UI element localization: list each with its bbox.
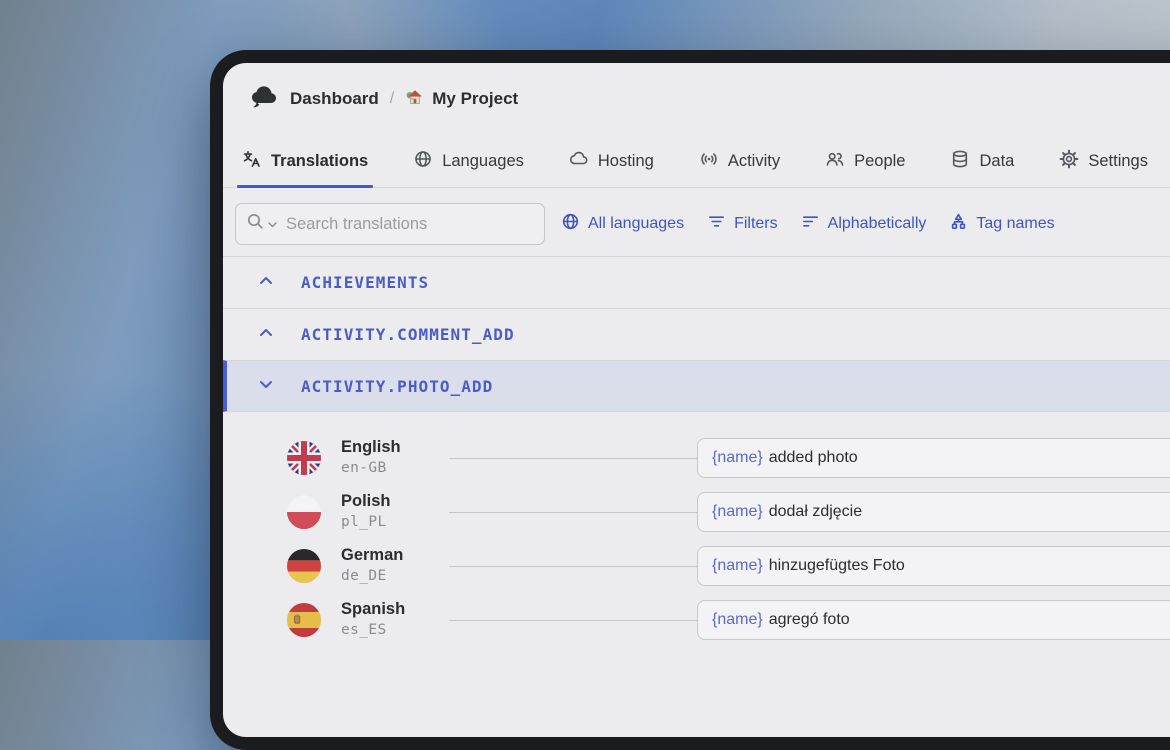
flag-spain-icon	[287, 603, 321, 637]
tab-bar: Translations Languages Hosting	[223, 139, 1170, 188]
translation-input-spanish[interactable]: {name} agregó foto	[697, 600, 1170, 640]
breadcrumb: Dashboard / My Project	[223, 63, 1170, 114]
filters-label: Filters	[734, 215, 778, 233]
gear-icon	[1059, 149, 1079, 174]
translate-icon	[242, 149, 262, 174]
tab-activity[interactable]: Activity	[697, 139, 782, 187]
globe-icon	[561, 212, 580, 236]
tab-label: Languages	[442, 152, 524, 171]
tab-label: Activity	[728, 152, 780, 171]
breadcrumb-project-label: My Project	[432, 89, 518, 109]
placeholder-token: {name}	[712, 611, 763, 629]
chevron-down-icon[interactable]	[268, 215, 277, 233]
tab-translations[interactable]: Translations	[240, 139, 370, 187]
row-connector-line	[449, 458, 697, 459]
search-icon[interactable]	[246, 212, 265, 236]
translation-input-polish[interactable]: {name} dodał zdjęcie	[697, 492, 1170, 532]
hierarchy-icon	[949, 212, 968, 236]
cloud-icon	[569, 149, 589, 174]
breadcrumb-dashboard[interactable]: Dashboard	[290, 89, 379, 109]
tab-label: Hosting	[598, 152, 654, 171]
broadcast-icon	[699, 149, 719, 174]
flag-united-kingdom-icon	[287, 441, 321, 475]
translation-text: dodał zdjęcie	[769, 503, 862, 521]
toolbar-links: All languages Filters Alphabetically	[561, 212, 1055, 236]
all-languages-label: All languages	[588, 215, 684, 233]
language-name: Polish	[341, 492, 437, 512]
tab-label: Settings	[1088, 152, 1148, 171]
translations-toolbar: All languages Filters Alphabetically	[235, 203, 1170, 245]
house-icon	[405, 87, 425, 112]
database-icon	[950, 149, 970, 174]
sort-alphabetically-label: Alphabetically	[828, 215, 927, 233]
search-input[interactable]	[280, 214, 534, 235]
key-row-activity-photo-add[interactable]: ACTIVITY.PHOTO_ADD	[223, 360, 1170, 412]
translation-row-english: English en-GB {name} added photo	[287, 441, 1170, 475]
translation-row-german: German de_DE {name} hinzugefügtes Foto	[287, 549, 1170, 583]
key-name: ACTIVITY.COMMENT_ADD	[301, 325, 515, 344]
flag-poland-icon	[287, 495, 321, 529]
tab-settings[interactable]: Settings	[1057, 139, 1150, 187]
search-box	[235, 203, 545, 245]
row-connector-line	[449, 566, 697, 567]
translation-text: added photo	[769, 449, 858, 467]
language-name: German	[341, 546, 437, 566]
language-name: English	[341, 438, 437, 458]
tab-languages[interactable]: Languages	[411, 139, 526, 187]
key-name: ACHIEVEMENTS	[301, 273, 429, 292]
tab-people[interactable]: People	[823, 139, 907, 187]
language-label: Polish pl_PL	[341, 492, 437, 531]
globe-icon	[413, 149, 433, 174]
translation-text: agregó foto	[769, 611, 850, 629]
app-window-content: Dashboard / My Project	[223, 63, 1170, 737]
language-code: pl_PL	[341, 514, 437, 531]
tag-names-button[interactable]: Tag names	[949, 212, 1054, 236]
key-name: ACTIVITY.PHOTO_ADD	[301, 377, 493, 396]
tab-label: People	[854, 152, 905, 171]
tab-hosting[interactable]: Hosting	[567, 139, 656, 187]
language-label: Spanish es_ES	[341, 600, 437, 639]
translation-input-german[interactable]: {name} hinzugefügtes Foto	[697, 546, 1170, 586]
chevron-up-icon[interactable]	[257, 272, 275, 294]
chevron-up-icon[interactable]	[257, 324, 275, 346]
language-name: Spanish	[341, 600, 437, 620]
sort-lines-icon	[801, 212, 820, 236]
translation-row-polish: Polish pl_PL {name} dodał zdjęcie	[287, 495, 1170, 529]
breadcrumb-separator: /	[390, 90, 394, 108]
flag-germany-icon	[287, 549, 321, 583]
placeholder-token: {name}	[712, 503, 763, 521]
tab-label: Data	[979, 152, 1014, 171]
key-row-achievements[interactable]: ACHIEVEMENTS	[223, 256, 1170, 308]
all-languages-button[interactable]: All languages	[561, 212, 684, 236]
placeholder-token: {name}	[712, 557, 763, 575]
language-code: en-GB	[341, 460, 437, 477]
filters-button[interactable]: Filters	[707, 212, 778, 236]
row-connector-line	[449, 620, 697, 621]
translation-keys-list: ACHIEVEMENTS ACTIVITY.COMMENT_ADD ACTIVI…	[223, 256, 1170, 637]
language-code: de_DE	[341, 568, 437, 585]
translation-input-english[interactable]: {name} added photo	[697, 438, 1170, 478]
placeholder-token: {name}	[712, 449, 763, 467]
people-icon	[825, 149, 845, 174]
chevron-down-icon[interactable]	[257, 375, 275, 397]
translation-text: hinzugefügtes Foto	[769, 557, 905, 575]
row-connector-line	[449, 512, 697, 513]
app-window: Dashboard / My Project	[210, 50, 1170, 750]
tab-data[interactable]: Data	[948, 139, 1016, 187]
key-translations-panel: English en-GB {name} added photo	[223, 412, 1170, 637]
language-code: es_ES	[341, 622, 437, 639]
tab-label: Translations	[271, 152, 368, 171]
sort-alphabetically-button[interactable]: Alphabetically	[801, 212, 927, 236]
tag-names-label: Tag names	[976, 215, 1054, 233]
filter-lines-icon	[707, 212, 726, 236]
tolgee-cloud-logo-icon[interactable]	[249, 84, 279, 114]
key-row-activity-comment-add[interactable]: ACTIVITY.COMMENT_ADD	[223, 308, 1170, 360]
breadcrumb-project[interactable]: My Project	[405, 87, 518, 112]
language-label: English en-GB	[341, 438, 437, 477]
translation-row-spanish: Spanish es_ES {name} agregó foto	[287, 603, 1170, 637]
language-label: German de_DE	[341, 546, 437, 585]
